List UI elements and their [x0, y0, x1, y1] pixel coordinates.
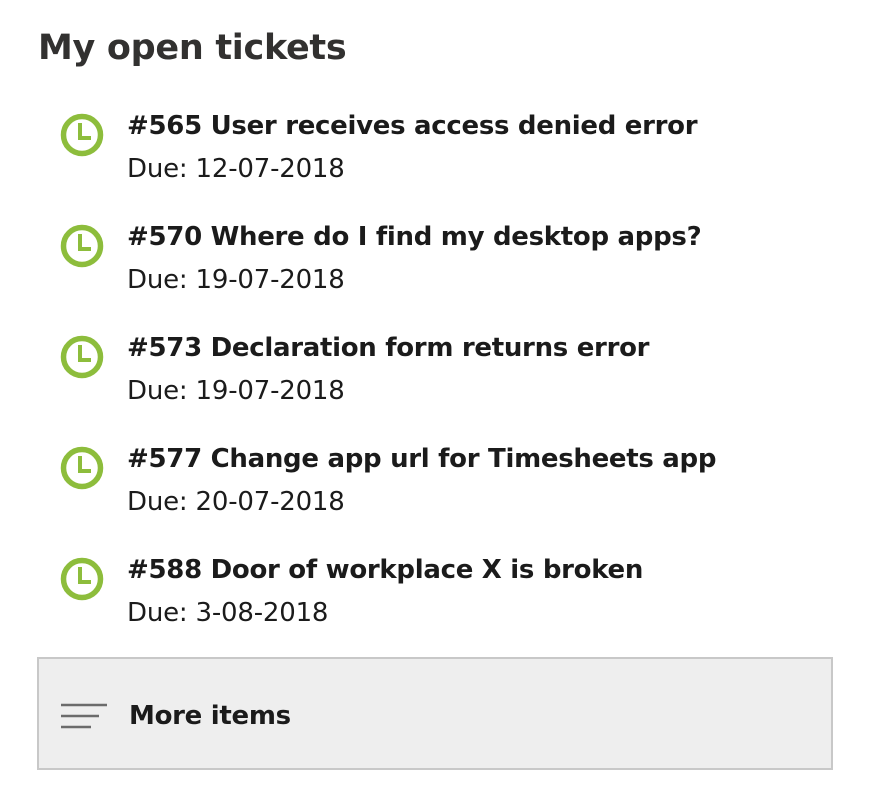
ticket-due-date: Due: 19-07-2018	[127, 265, 345, 295]
more-items-button[interactable]: More items	[37, 657, 833, 770]
clock-icon	[60, 557, 104, 601]
clock-icon	[60, 113, 104, 157]
ticket-item[interactable]: #577 Change app url for Timesheets app D…	[0, 437, 882, 548]
ticket-title[interactable]: #588 Door of workplace X is broken	[127, 548, 643, 592]
ticket-due-date: Due: 12-07-2018	[127, 154, 345, 184]
ticket-title[interactable]: #577 Change app url for Timesheets app	[127, 437, 716, 481]
ticket-title[interactable]: #573 Declaration form returns error	[127, 326, 649, 370]
ticket-item[interactable]: #565 User receives access denied error D…	[0, 104, 882, 215]
ticket-item[interactable]: #570 Where do I find my desktop apps? Du…	[0, 215, 882, 326]
my-open-tickets-widget: My open tickets #565 User receives acces…	[0, 0, 882, 796]
widget-title: My open tickets	[38, 28, 347, 68]
ticket-item[interactable]: #588 Door of workplace X is broken Due: …	[0, 548, 882, 659]
ticket-title[interactable]: #565 User receives access denied error	[127, 104, 698, 148]
ticket-item[interactable]: #573 Declaration form returns error Due:…	[0, 326, 882, 437]
ticket-list: #565 User receives access denied error D…	[0, 104, 882, 659]
ticket-title[interactable]: #570 Where do I find my desktop apps?	[127, 215, 702, 259]
ticket-due-date: Due: 3-08-2018	[127, 598, 329, 628]
clock-icon	[60, 224, 104, 268]
menu-lines-icon	[61, 703, 107, 729]
clock-icon	[60, 446, 104, 490]
more-items-label: More items	[129, 701, 291, 731]
clock-icon	[60, 335, 104, 379]
ticket-due-date: Due: 20-07-2018	[127, 487, 345, 517]
ticket-due-date: Due: 19-07-2018	[127, 376, 345, 406]
